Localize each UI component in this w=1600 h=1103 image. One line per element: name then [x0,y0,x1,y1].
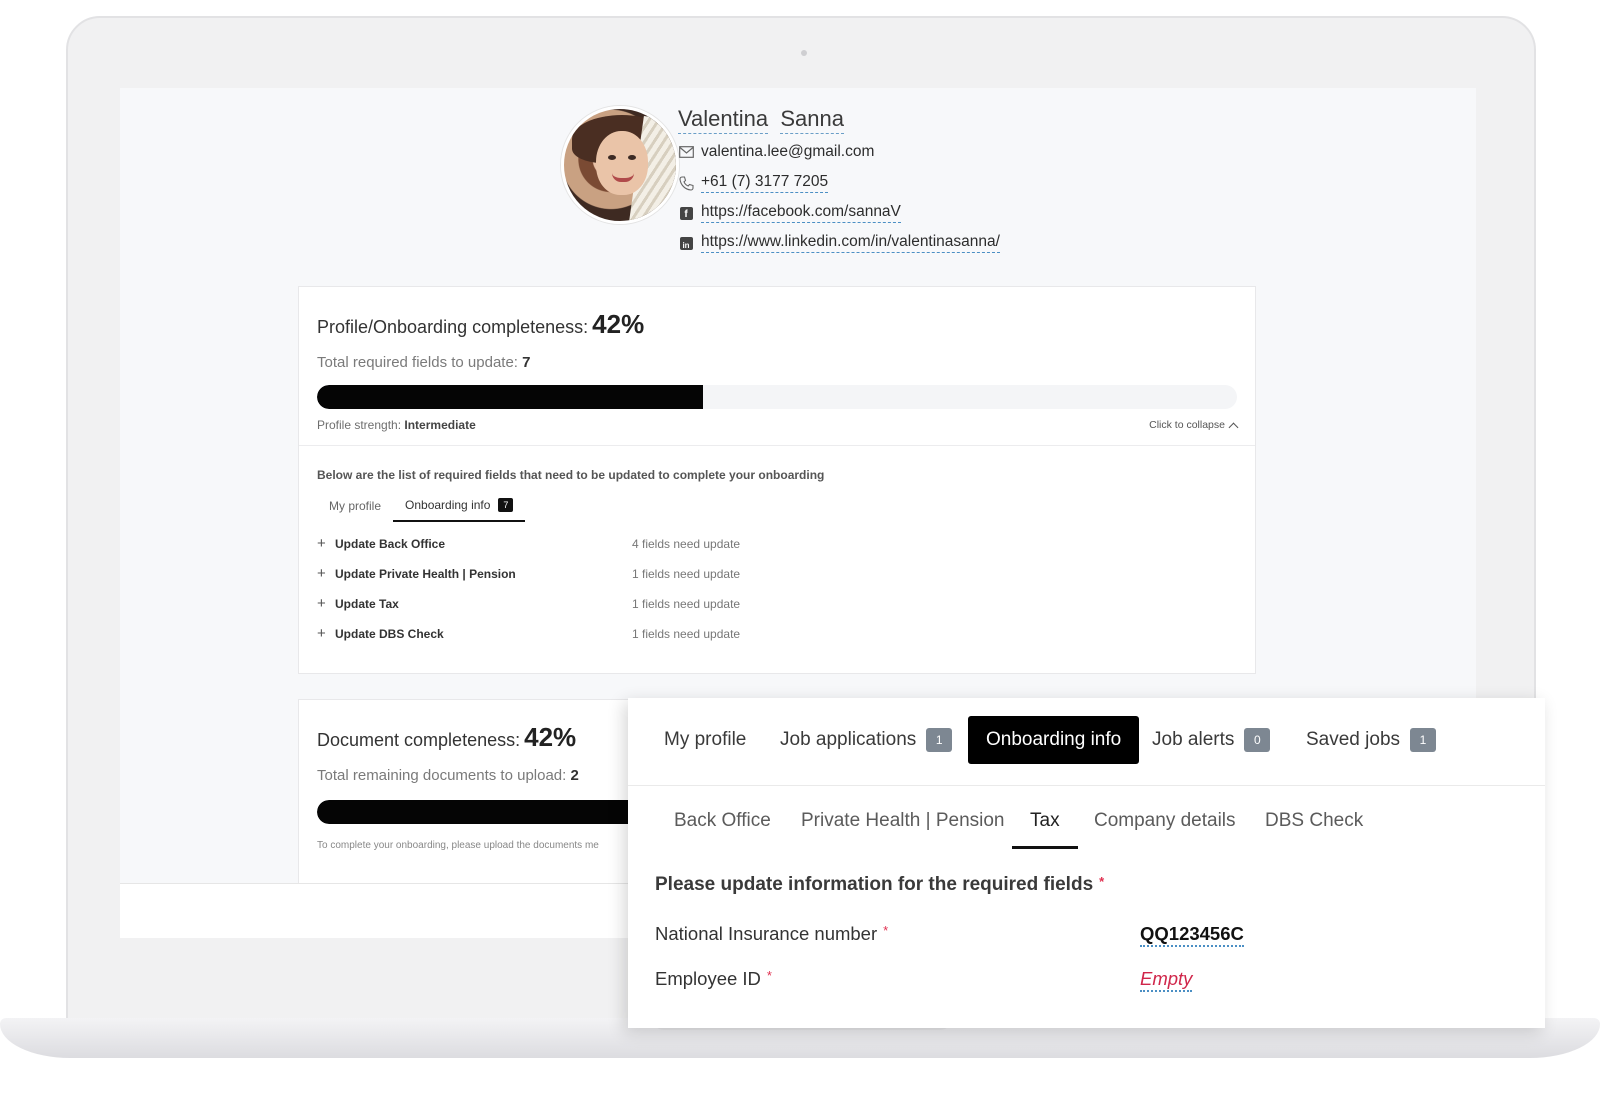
employee-id-value[interactable]: Empty [1140,968,1193,992]
document-percent: 42% [524,722,577,752]
required-asterisk: * [766,968,772,983]
tab-job-alerts[interactable]: Job alerts 0 [1152,716,1271,764]
plus-icon: + [317,625,326,642]
completeness-tabs: My profile Onboarding info 7 [317,495,526,522]
job-applications-badge: 1 [926,728,953,752]
plus-icon: + [317,535,326,552]
email-value: valentina.lee@gmail.com [701,143,875,160]
national-insurance-label: National Insurance number * [655,923,889,944]
collapse-toggle[interactable]: Click to collapse [1149,419,1239,432]
onboarding-completeness-card: Profile/Onboarding completeness: 42% Tota… [298,286,1256,674]
tab-dbs-check[interactable]: DBS Check [1265,810,1363,846]
list-item[interactable]: + Update Back Office 4 fields need updat… [317,535,740,552]
required-fields-text: Total required fields to update: 7 [317,354,531,371]
camera-dot [801,50,807,56]
tab-saved-jobs[interactable]: Saved jobs 1 [1306,716,1437,764]
tab-tax[interactable]: Tax [1012,810,1078,849]
phone-icon [678,175,694,191]
completeness-progress-fill [317,385,704,409]
onboarding-sub-tabs: Back Office Private Health | Pension Tax… [628,786,1545,854]
onboarding-detail-panel: My profile Job applications 1 Onboarding… [628,698,1545,1028]
employee-id-label: Employee ID * [655,968,772,989]
list-item[interactable]: + Update DBS Check 1 fields need update [317,625,740,642]
job-alerts-badge: 0 [1244,728,1271,752]
tab-company-details[interactable]: Company details [1094,810,1236,846]
email-row: valentina.lee@gmail.com [678,143,874,161]
envelope-icon [678,144,694,160]
required-fields-heading: Please update information for the requir… [655,874,1105,895]
tab-onboarding-info[interactable]: Onboarding info 7 [393,495,526,522]
completeness-progress-bar [317,385,1237,409]
avatar [561,106,679,224]
plus-icon: + [317,565,326,582]
required-asterisk: * [1099,874,1105,889]
phone-link[interactable]: +61 (7) 3177 7205 [701,173,829,193]
saved-jobs-badge: 1 [1410,728,1437,752]
document-title: Document completeness: 42% [317,722,577,752]
national-insurance-value[interactable]: QQ123456C [1140,923,1244,947]
tab-job-applications[interactable]: Job applications 1 [780,716,953,764]
list-item[interactable]: + Update Tax 1 fields need update [317,595,740,612]
phone-row: +61 (7) 3177 7205 [678,173,829,193]
tab-onboarding-info[interactable]: Onboarding info [968,716,1140,764]
linkedin-link[interactable]: https://www.linkedin.com/in/valentinasan… [701,233,1000,253]
plus-icon: + [317,595,326,612]
main-tabs: My profile Job applications 1 Onboarding… [628,698,1545,786]
facebook-icon: f [678,205,694,221]
remaining-documents-text: Total remaining documents to upload: 2 [317,767,579,784]
facebook-link[interactable]: https://facebook.com/sannaV [701,203,901,223]
linkedin-row: in https://www.linkedin.com/in/valentina… [678,233,1000,253]
remaining-documents-count: 2 [570,767,579,784]
profile-strength-value: Intermediate [404,418,476,432]
last-name[interactable]: Sanna [780,106,844,134]
required-asterisk: * [883,923,889,938]
completeness-percent: 42% [592,309,645,339]
profile-strength: Profile strength: Intermediate [317,418,476,432]
onboarding-count-badge: 7 [498,498,514,512]
facebook-row: f https://facebook.com/sannaV [678,203,901,223]
linkedin-icon: in [678,235,694,251]
list-item[interactable]: + Update Private Health | Pension 1 fiel… [317,565,740,582]
tab-back-office[interactable]: Back Office [674,810,771,846]
tab-my-profile[interactable]: My profile [664,716,746,764]
document-note: To complete your onboarding, please uplo… [317,840,599,851]
profile-name[interactable]: Valentina Sanna [678,106,844,134]
required-list-intro: Below are the list of required fields th… [317,468,825,482]
completeness-title: Profile/Onboarding completeness: 42% [317,309,645,339]
tab-my-profile[interactable]: My profile [317,495,393,522]
divider [299,445,1255,446]
required-fields-count: 7 [522,354,531,371]
chevron-up-icon [1228,422,1239,432]
tab-private-health-pension[interactable]: Private Health | Pension [801,810,1005,846]
first-name[interactable]: Valentina [678,106,769,134]
